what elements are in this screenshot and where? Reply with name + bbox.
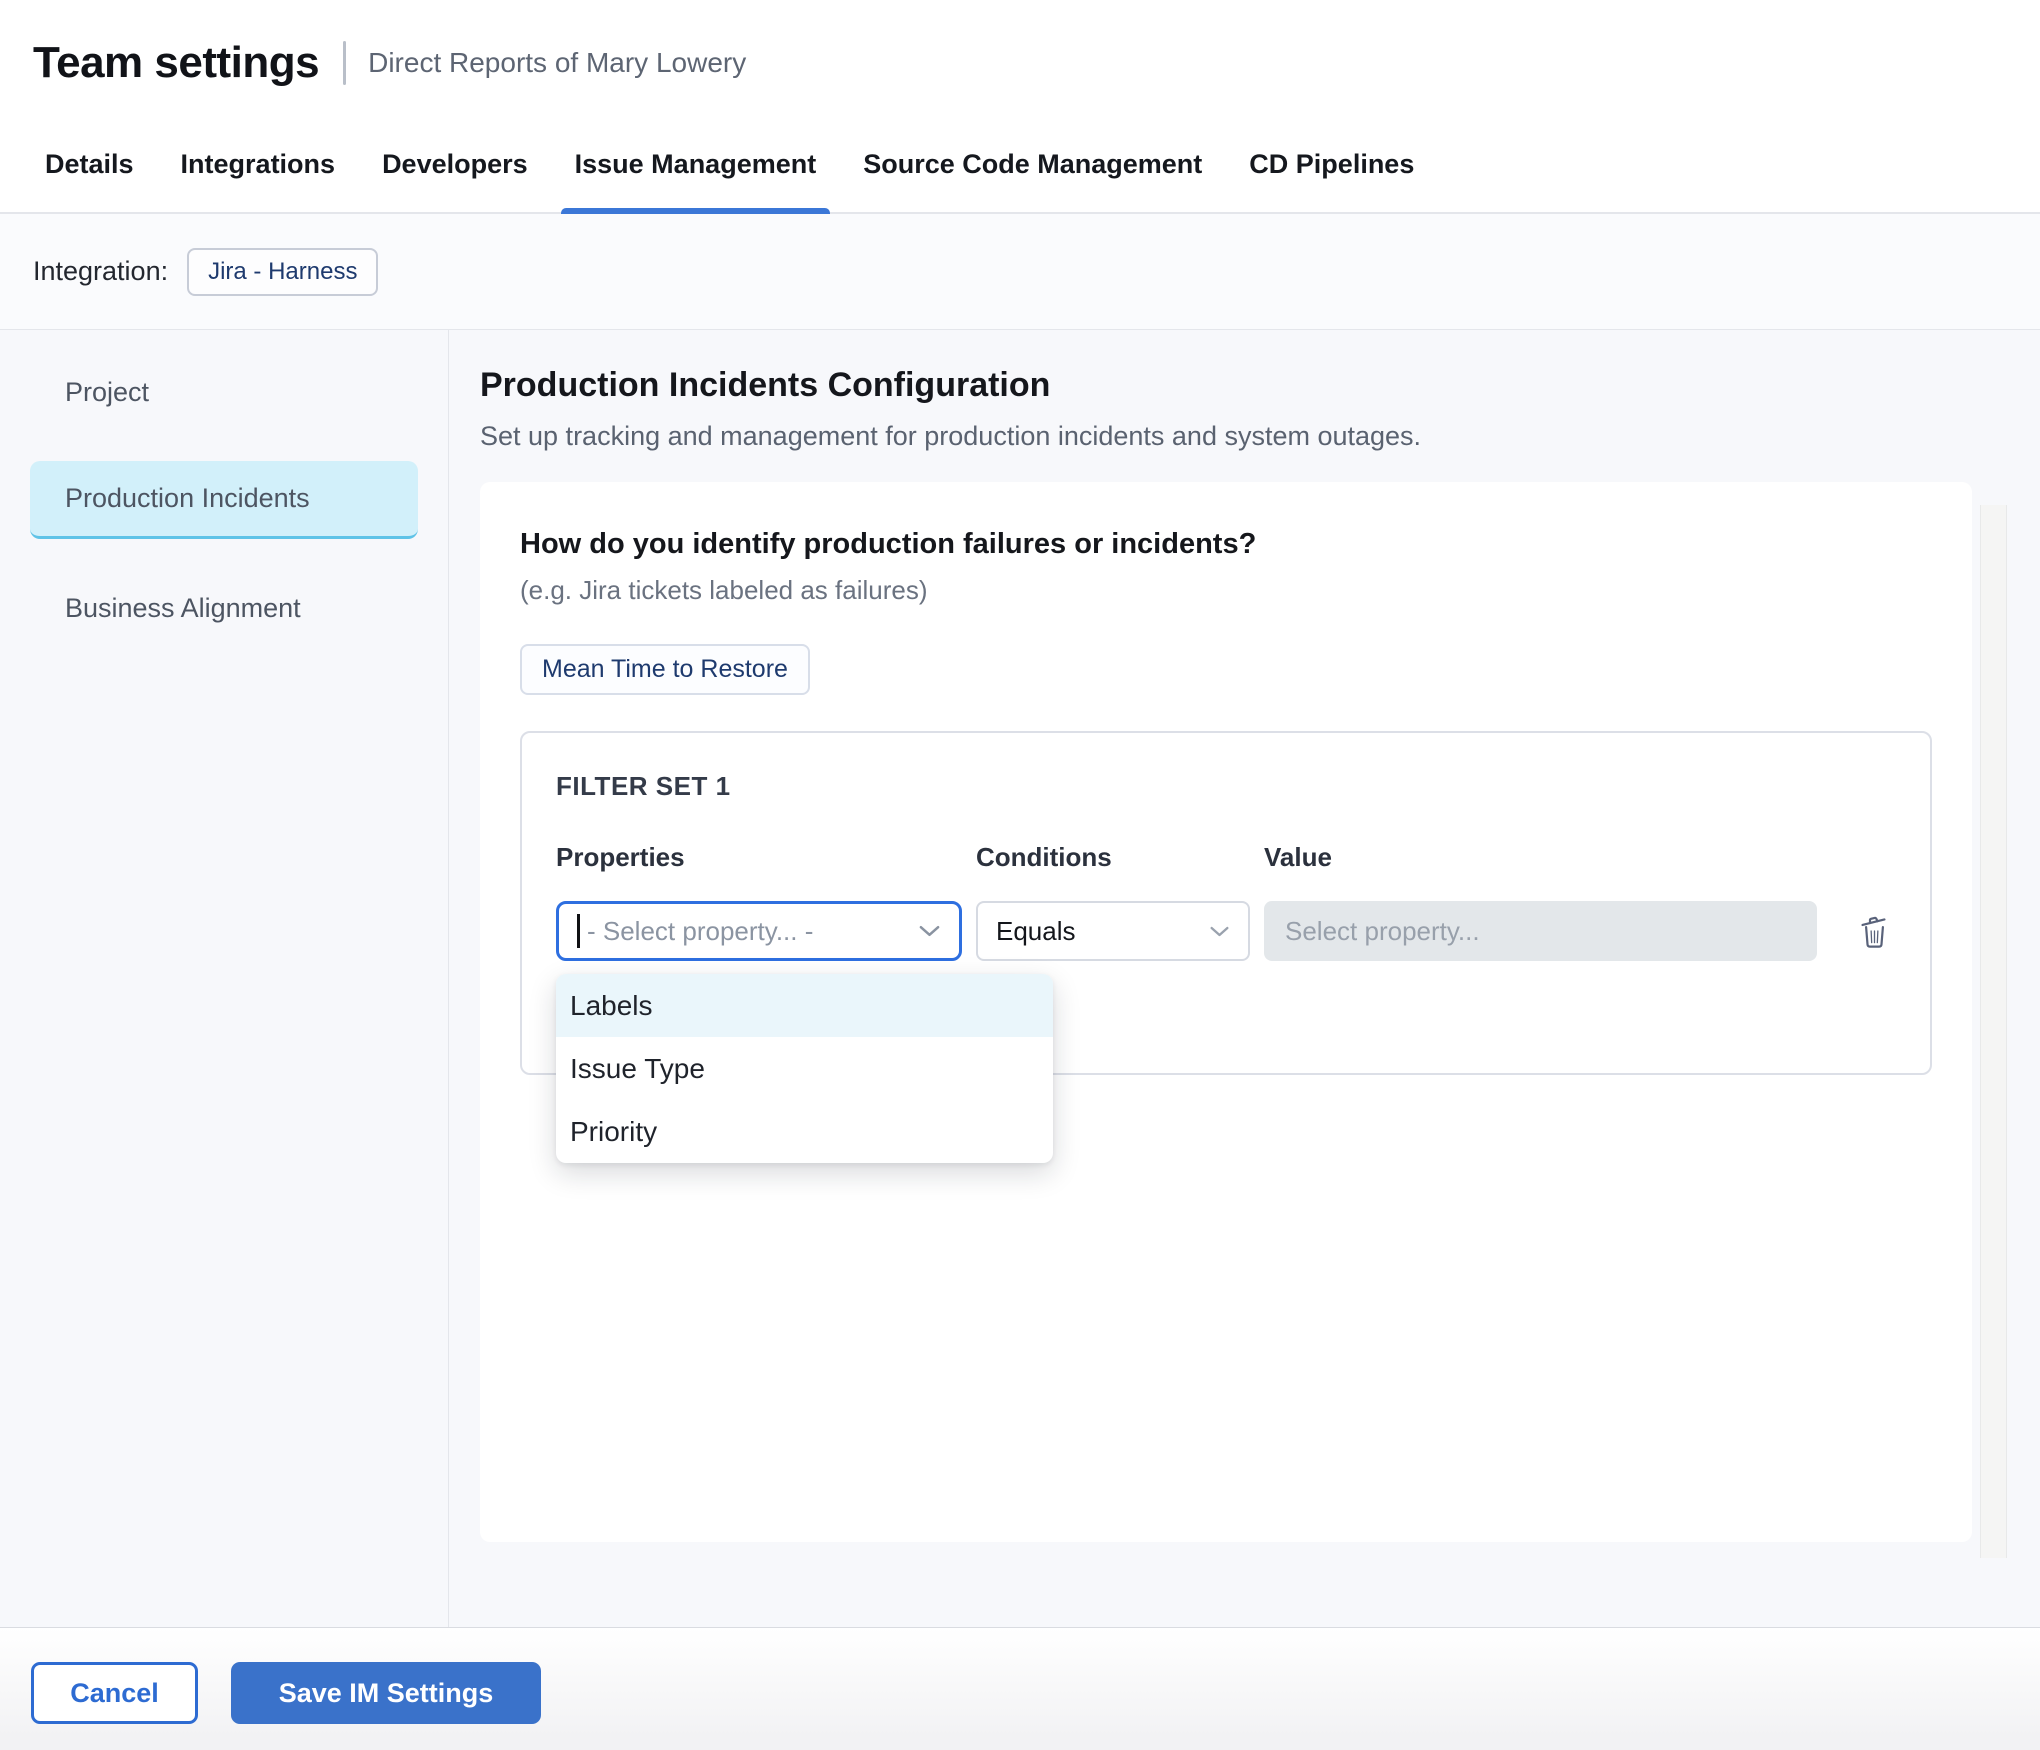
page-title: Team settings [33, 38, 319, 88]
main-content: Production Incidents Configuration Set u… [449, 330, 2040, 1627]
tab-details[interactable]: Details [45, 149, 134, 212]
filter-column-labels: Properties Conditions Value [556, 842, 1896, 873]
chevron-down-icon [918, 924, 941, 938]
property-dropdown-menu: Labels Issue Type Priority [556, 974, 1053, 1163]
mean-time-to-restore-chip[interactable]: Mean Time to Restore [520, 644, 810, 695]
dropdown-option-priority[interactable]: Priority [556, 1100, 1053, 1163]
condition-select[interactable]: Equals [976, 901, 1250, 961]
chevron-down-icon [1209, 925, 1230, 938]
filter-row: - Select property... - Equals [556, 901, 1896, 961]
tab-integrations[interactable]: Integrations [181, 149, 336, 212]
column-label-value: Value [1264, 842, 1817, 873]
integration-label: Integration: [33, 256, 168, 287]
dropdown-option-labels[interactable]: Labels [556, 974, 1053, 1037]
tab-bar: Details Integrations Developers Issue Ma… [0, 120, 2040, 214]
incidents-config-card: How do you identify production failures … [480, 482, 1972, 1542]
section-subtitle: Set up tracking and management for produ… [480, 421, 2040, 452]
sidebar-item-production-incidents[interactable]: Production Incidents [30, 461, 418, 539]
integration-bar: Integration: Jira - Harness [0, 214, 2040, 330]
dropdown-option-issue-type[interactable]: Issue Type [556, 1037, 1053, 1100]
sidebar-item-project[interactable]: Project [30, 353, 418, 431]
property-select-placeholder: - Select property... - [587, 916, 813, 947]
page-subtitle: Direct Reports of Mary Lowery [368, 47, 746, 79]
filter-set-card: FILTER SET 1 Properties Conditions Value… [520, 731, 1932, 1075]
footer-bar: Cancel Save IM Settings [0, 1627, 2040, 1750]
trash-icon [1859, 913, 1890, 949]
save-button[interactable]: Save IM Settings [231, 1662, 541, 1724]
scrollbar-track[interactable] [1980, 505, 2007, 1558]
tab-developers[interactable]: Developers [382, 149, 528, 212]
cancel-button[interactable]: Cancel [31, 1662, 198, 1724]
value-input[interactable] [1264, 901, 1817, 961]
page: Team settings Direct Reports of Mary Low… [0, 0, 2040, 1750]
property-select[interactable]: - Select property... - [556, 901, 962, 961]
column-label-properties: Properties [556, 842, 962, 873]
question-hint: (e.g. Jira tickets labeled as failures) [520, 575, 1932, 606]
delete-filter-button[interactable] [1859, 913, 1890, 949]
tab-issue-management[interactable]: Issue Management [575, 149, 817, 212]
title-divider [343, 41, 346, 85]
section-title: Production Incidents Configuration [480, 366, 2040, 405]
condition-select-value: Equals [996, 916, 1076, 947]
integration-chip[interactable]: Jira - Harness [187, 248, 378, 296]
text-cursor [577, 914, 580, 948]
sidebar: Project Production Incidents Business Al… [0, 330, 449, 1627]
column-label-conditions: Conditions [976, 842, 1250, 873]
question-heading: How do you identify production failures … [520, 528, 1932, 561]
tab-source-code-management[interactable]: Source Code Management [863, 149, 1202, 212]
sidebar-item-business-alignment[interactable]: Business Alignment [30, 569, 418, 647]
filter-set-title: FILTER SET 1 [556, 771, 1896, 802]
tab-cd-pipelines[interactable]: CD Pipelines [1249, 149, 1414, 212]
body-area: Project Production Incidents Business Al… [0, 330, 2040, 1627]
header: Team settings Direct Reports of Mary Low… [0, 0, 2040, 120]
